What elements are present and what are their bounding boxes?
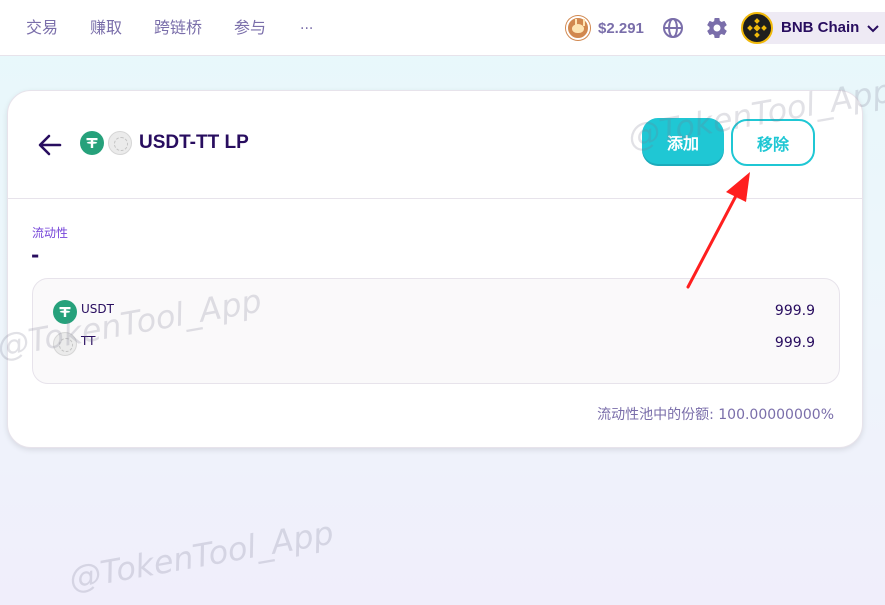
cake-price-value: $2.291 xyxy=(598,19,644,37)
liquidity-value: - xyxy=(31,243,40,267)
pool-share: 流动性池中的份额: 100.00000000% xyxy=(597,407,834,423)
nav-more[interactable]: ··· xyxy=(300,19,313,39)
nav-earn[interactable]: 赚取 xyxy=(90,18,122,38)
network-selector[interactable]: BNB Chain xyxy=(741,12,885,44)
remove-liquidity-button[interactable]: 移除 xyxy=(731,119,815,166)
cake-icon xyxy=(566,16,590,40)
globe-icon[interactable] xyxy=(661,16,685,40)
tt-logo-icon xyxy=(108,131,132,155)
usdt-logo-icon xyxy=(53,300,77,324)
cake-price[interactable]: $2.291 xyxy=(566,16,644,40)
liquidity-label: 流动性 xyxy=(32,226,69,240)
bnb-icon xyxy=(741,12,773,44)
usdt-logo-icon xyxy=(80,131,104,155)
token-amount: 999.9 xyxy=(774,303,815,319)
top-nav: 交易 赚取 跨链桥 参与 ··· $2.291 BNB Chain xyxy=(0,0,885,56)
gear-icon[interactable] xyxy=(705,16,729,40)
token-amount: 999.9 xyxy=(774,335,815,351)
add-liquidity-button[interactable]: 添加 xyxy=(642,118,724,166)
token-breakdown: USDT 999.9 TT 999.9 xyxy=(32,278,840,384)
watermark: @TokenTool_App xyxy=(66,513,337,598)
nav-trade[interactable]: 交易 xyxy=(26,18,58,38)
pair-title: USDT-TT LP xyxy=(139,132,249,153)
nav-participate[interactable]: 参与 xyxy=(234,18,266,38)
chevron-down-icon xyxy=(865,20,881,40)
card-header: USDT-TT LP 添加 移除 xyxy=(8,91,862,199)
back-arrow-icon[interactable] xyxy=(36,131,64,159)
liquidity-card: USDT-TT LP 添加 移除 流动性 - USDT 999.9 TT 999… xyxy=(7,90,863,448)
tt-logo-icon xyxy=(53,332,77,356)
nav-bridge[interactable]: 跨链桥 xyxy=(154,18,202,38)
token-symbol: USDT xyxy=(81,302,114,316)
token-symbol: TT xyxy=(81,334,96,348)
chain-label: BNB Chain xyxy=(781,19,860,36)
